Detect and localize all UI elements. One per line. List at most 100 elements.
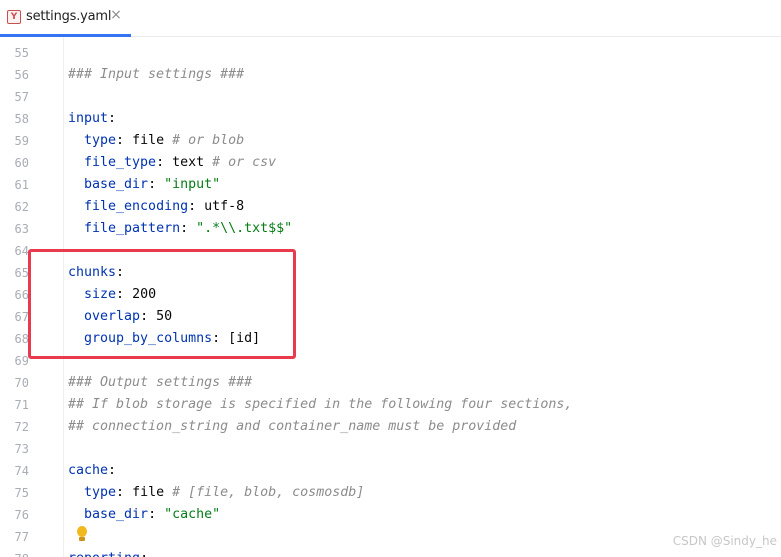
code-token: : <box>156 155 173 170</box>
line-number: 69 <box>14 354 29 368</box>
line-number: 66 <box>14 288 29 302</box>
code-token: : <box>188 199 205 214</box>
line-number: 72 <box>14 420 29 434</box>
code-line[interactable]: 60 file_type: text # or csv <box>0 152 781 174</box>
code-line[interactable]: 71 ## If blob storage is specified in the… <box>0 394 781 416</box>
code-line[interactable]: 55 <box>0 42 781 64</box>
code-token: type <box>84 133 117 148</box>
highlight-box <box>28 249 296 359</box>
code-token: ### Input settings ### <box>68 67 245 82</box>
line-number: 60 <box>14 156 29 170</box>
line-number: 76 <box>14 508 29 522</box>
code-token: : <box>108 111 117 126</box>
line-number: 65 <box>14 266 29 280</box>
code-line[interactable]: 77 <box>0 526 781 548</box>
line-number: 73 <box>14 442 29 456</box>
code-text: base_dir: "input" <box>68 174 220 196</box>
code-line[interactable]: 78 reporting: <box>0 548 781 557</box>
code-token: text <box>172 155 213 170</box>
code-text: reporting: <box>68 548 148 557</box>
tab-settings-yaml[interactable]: Y settings.yaml × <box>0 0 131 37</box>
code-token: base_dir <box>84 507 149 522</box>
code-line[interactable]: 59 type: file # or blob <box>0 130 781 152</box>
code-text: file_encoding: utf-8 <box>68 196 244 218</box>
line-number: 74 <box>14 464 29 478</box>
line-number: 70 <box>14 376 29 390</box>
code-token: : <box>148 507 165 522</box>
code-token: "cache" <box>164 507 221 522</box>
code-token: file <box>132 485 173 500</box>
line-number: 77 <box>14 530 29 544</box>
code-token: : <box>148 177 165 192</box>
code-line[interactable]: 63 file_pattern: ".*\\.txt$$" <box>0 218 781 240</box>
line-number: 57 <box>14 90 29 104</box>
code-token: "input" <box>164 177 221 192</box>
code-token: reporting <box>68 551 140 557</box>
code-line[interactable]: 70 ### Output settings ### <box>0 372 781 394</box>
line-number: 78 <box>0 548 29 557</box>
code-token: : <box>116 485 133 500</box>
code-token: # or csv <box>212 155 277 170</box>
code-token: ".*\\.txt$$" <box>196 221 293 236</box>
code-line[interactable]: 72 ## connection_string and container_nam… <box>0 416 781 438</box>
close-icon[interactable]: × <box>109 7 123 25</box>
code-line[interactable]: 76 base_dir: "cache" <box>0 504 781 526</box>
code-token: : <box>116 133 133 148</box>
line-number: 63 <box>14 222 29 236</box>
code-line[interactable]: 56 ### Input settings ### <box>0 64 781 86</box>
code-line[interactable]: 57 <box>0 86 781 108</box>
watermark: CSDN @Sindy_he <box>672 534 777 548</box>
line-number: 58 <box>14 112 29 126</box>
line-number: 68 <box>14 332 29 346</box>
code-line[interactable]: 74 cache: <box>0 460 781 482</box>
code-text: type: file # or blob <box>68 130 244 152</box>
line-number: 55 <box>14 46 29 60</box>
code-line[interactable]: 73 <box>0 438 781 460</box>
line-number: 56 <box>14 68 29 82</box>
code-token: : <box>108 463 117 478</box>
code-token: base_dir <box>84 177 149 192</box>
code-token: input <box>68 111 109 126</box>
lightbulb-icon[interactable] <box>75 526 89 544</box>
code-line[interactable]: 62 file_encoding: utf-8 <box>0 196 781 218</box>
code-token: # [file, blob, cosmosdb] <box>172 485 365 500</box>
code-text: input: <box>68 108 116 130</box>
code-line[interactable]: 58 input: <box>0 108 781 130</box>
code-token: type <box>84 485 117 500</box>
line-number: 59 <box>14 134 29 148</box>
code-token: utf-8 <box>204 199 245 214</box>
code-token: file_encoding <box>84 199 189 214</box>
line-number: 71 <box>14 398 29 412</box>
code-text: ### Input settings ### <box>68 64 244 86</box>
code-text: cache: <box>68 460 116 482</box>
code-token: ### Output settings ### <box>68 375 253 390</box>
code-text: file_pattern: ".*\\.txt$$" <box>68 218 292 240</box>
code-token: : <box>180 221 197 236</box>
code-text: ### Output settings ### <box>68 372 252 394</box>
code-text: type: file # [file, blob, cosmosdb] <box>68 482 364 504</box>
line-number: 61 <box>14 178 29 192</box>
code-text: file_type: text # or csv <box>68 152 276 174</box>
code-token: ## If blob storage is specified in the f… <box>68 397 573 412</box>
line-number: 67 <box>14 310 29 324</box>
line-number: 62 <box>14 200 29 214</box>
line-number: 64 <box>14 244 29 258</box>
code-token: ## connection_string and container_name … <box>68 419 517 434</box>
line-number: 75 <box>14 486 29 500</box>
code-text: ## If blob storage is specified in the f… <box>68 394 572 416</box>
code-token: file <box>132 133 173 148</box>
code-text: ## connection_string and container_name … <box>68 416 516 438</box>
code-line[interactable]: 75 type: file # [file, blob, cosmosdb] <box>0 482 781 504</box>
code-editor[interactable]: 55 56 ### Input settings ### 57 58 input: 59 t… <box>0 37 781 557</box>
code-token: file_type <box>84 155 157 170</box>
code-line[interactable]: 61 base_dir: "input" <box>0 174 781 196</box>
yaml-file-icon: Y <box>7 10 21 24</box>
code-token: # or blob <box>172 133 245 148</box>
